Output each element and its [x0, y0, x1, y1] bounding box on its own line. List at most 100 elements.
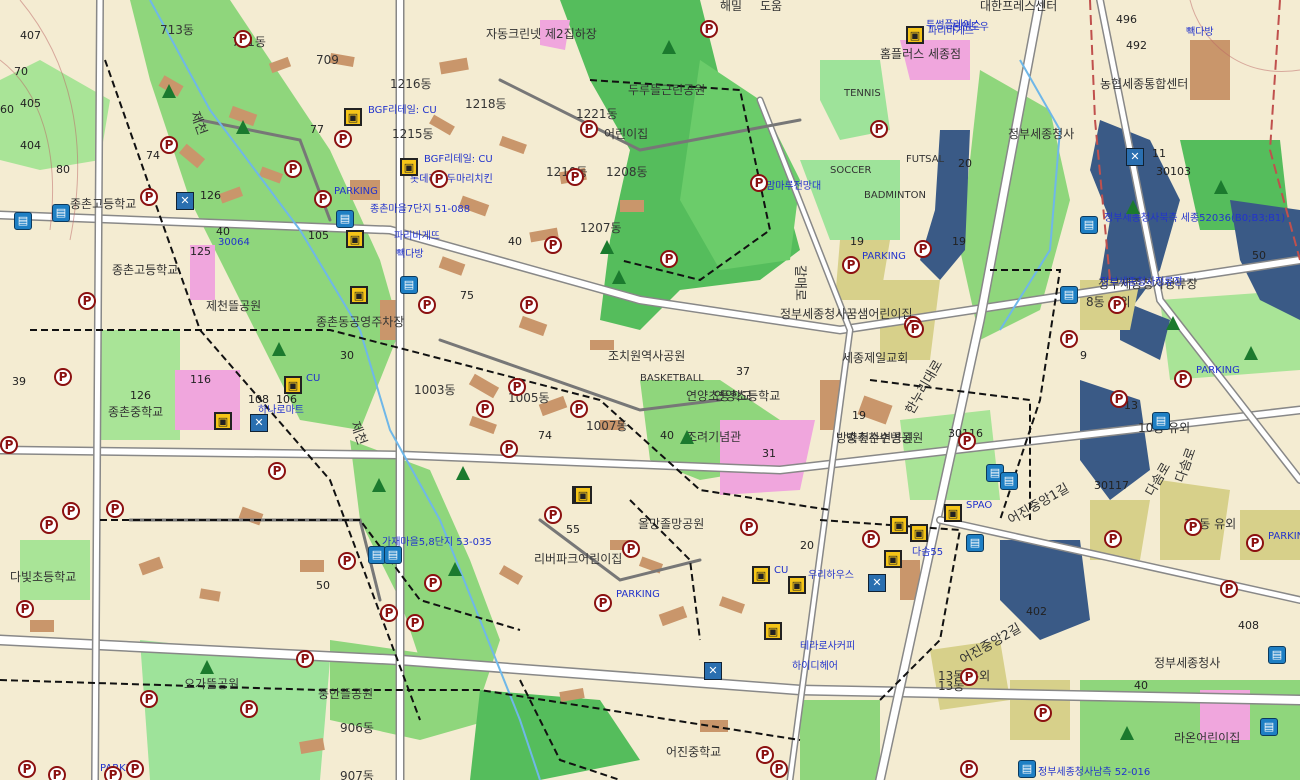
shop-icon[interactable]: ▣ — [574, 486, 592, 504]
restaurant-icon[interactable]: ✕ — [176, 192, 194, 210]
parking-icon[interactable]: P — [1060, 330, 1078, 348]
parking-icon[interactable]: P — [16, 600, 34, 618]
bus-stop-icon[interactable]: ▤ — [400, 276, 418, 294]
parking-icon[interactable]: P — [380, 604, 398, 622]
parking-icon[interactable]: P — [740, 518, 758, 536]
parking-icon[interactable]: P — [700, 20, 718, 38]
poi-label[interactable]: PARKING — [616, 590, 660, 600]
shop-icon[interactable]: ▣ — [400, 158, 418, 176]
parking-icon[interactable]: P — [594, 594, 612, 612]
poi-label[interactable]: 종촌마을7단지 51-088 — [370, 205, 470, 215]
restaurant-icon[interactable]: ✕ — [250, 414, 268, 432]
parking-icon[interactable]: P — [106, 500, 124, 518]
parking-icon[interactable]: P — [756, 746, 774, 764]
poi-label[interactable]: 하이디헤어 — [792, 662, 838, 672]
parking-icon[interactable]: P — [406, 614, 424, 632]
poi-label[interactable]: PARKING — [334, 187, 378, 197]
shop-icon[interactable]: ▣ — [350, 286, 368, 304]
parking-icon[interactable]: P — [500, 440, 518, 458]
poi-label[interactable]: 빽다방 — [1186, 28, 1214, 38]
bus-stop-icon[interactable]: ▤ — [384, 546, 402, 564]
parking-icon[interactable]: P — [770, 760, 788, 778]
restaurant-icon[interactable]: ✕ — [1126, 148, 1144, 166]
bus-stop-icon[interactable]: ▤ — [1260, 718, 1278, 736]
restaurant-icon[interactable]: ✕ — [704, 662, 722, 680]
parking-icon[interactable]: P — [842, 256, 860, 274]
poi-label[interactable]: SPAO — [966, 501, 992, 511]
poi-label[interactable]: 롯데리아두마리치킨 — [410, 175, 493, 185]
bus-stop-icon[interactable]: ▤ — [1152, 412, 1170, 430]
poi-label[interactable]: 빽다방 — [396, 250, 424, 260]
poi-label[interactable]: BGF리테일: CU — [368, 106, 437, 116]
parking-icon[interactable]: P — [314, 190, 332, 208]
parking-icon[interactable]: P — [54, 368, 72, 386]
shop-icon[interactable]: ▣ — [944, 504, 962, 522]
poi-label[interactable]: PARKING — [862, 252, 906, 262]
parking-icon[interactable]: P — [418, 296, 436, 314]
parking-icon[interactable]: P — [140, 690, 158, 708]
parking-icon[interactable]: P — [1220, 580, 1238, 598]
poi-label[interactable]: 파리바게뜨 — [394, 232, 440, 242]
poi-label[interactable]: BGF리테일: CU — [424, 155, 493, 165]
poi-label[interactable]: 다솜55 — [912, 548, 943, 558]
shop-icon[interactable]: ▣ — [214, 412, 232, 430]
poi-label[interactable]: CU — [774, 566, 788, 576]
parking-icon[interactable]: P — [1110, 390, 1128, 408]
shop-icon[interactable]: ▣ — [346, 230, 364, 248]
parking-icon[interactable]: P — [1174, 370, 1192, 388]
bus-stop-icon[interactable]: ▤ — [1000, 472, 1018, 490]
poi-label[interactable]: CU — [306, 374, 320, 384]
parking-icon[interactable]: P — [1104, 530, 1122, 548]
poi-label[interactable]: 우리하우스 — [808, 571, 854, 581]
bus-stop-icon[interactable]: ▤ — [1060, 286, 1078, 304]
shop-icon[interactable]: ▣ — [752, 566, 770, 584]
shop-icon[interactable]: ▣ — [890, 516, 908, 534]
parking-icon[interactable]: P — [424, 574, 442, 592]
bus-stop-icon[interactable]: ▤ — [14, 212, 32, 230]
parking-icon[interactable]: P — [580, 120, 598, 138]
parking-icon[interactable]: P — [1034, 704, 1052, 722]
restaurant-icon[interactable]: ✕ — [868, 574, 886, 592]
parking-icon[interactable]: P — [1184, 518, 1202, 536]
bus-stop-icon[interactable]: ▤ — [1018, 760, 1036, 778]
parking-icon[interactable]: P — [78, 292, 96, 310]
parking-icon[interactable]: P — [960, 760, 978, 778]
parking-icon[interactable]: P — [544, 236, 562, 254]
parking-icon[interactable]: P — [750, 174, 768, 192]
bus-stop-icon[interactable]: ▤ — [52, 204, 70, 222]
parking-icon[interactable]: P — [296, 650, 314, 668]
parking-icon[interactable]: P — [1108, 296, 1126, 314]
shop-icon[interactable]: ▣ — [764, 622, 782, 640]
poi-label[interactable]: 30064 — [218, 238, 250, 248]
parking-icon[interactable]: P — [48, 766, 66, 780]
parking-icon[interactable]: P — [544, 506, 562, 524]
parking-icon[interactable]: P — [958, 432, 976, 450]
parking-icon[interactable]: P — [508, 378, 526, 396]
parking-icon[interactable]: P — [870, 120, 888, 138]
bus-stop-icon[interactable]: ▤ — [336, 210, 354, 228]
parking-icon[interactable]: P — [906, 320, 924, 338]
poi-label[interactable]: 투썸플레이스 — [926, 21, 981, 31]
parking-icon[interactable]: P — [622, 540, 640, 558]
poi-label[interactable]: 맘마루전망대 — [766, 182, 821, 192]
topographic-map[interactable]: 713동711동7091216동1218동1215동1221동1210동1208… — [0, 0, 1300, 780]
parking-icon[interactable]: P — [234, 30, 252, 48]
parking-icon[interactable]: P — [338, 552, 356, 570]
parking-icon[interactable]: P — [126, 760, 144, 778]
shop-icon[interactable]: ▣ — [284, 376, 302, 394]
poi-label[interactable]: PARKING — [1268, 532, 1300, 542]
parking-icon[interactable]: P — [334, 130, 352, 148]
parking-icon[interactable]: P — [18, 760, 36, 778]
parking-icon[interactable]: P — [104, 766, 122, 780]
parking-icon[interactable]: P — [140, 188, 158, 206]
shop-icon[interactable]: ▣ — [906, 26, 924, 44]
parking-icon[interactable]: P — [430, 170, 448, 188]
bus-stop-icon[interactable]: ▤ — [1268, 646, 1286, 664]
parking-icon[interactable]: P — [284, 160, 302, 178]
parking-icon[interactable]: P — [960, 668, 978, 686]
poi-label[interactable]: 정부세종청사북측 세종52036(B0;B3;B1) — [1104, 214, 1285, 224]
poi-label[interactable]: 정부세종청사정류장 — [1100, 278, 1183, 288]
parking-icon[interactable]: P — [1246, 534, 1264, 552]
parking-icon[interactable]: P — [0, 436, 18, 454]
parking-icon[interactable]: P — [660, 250, 678, 268]
